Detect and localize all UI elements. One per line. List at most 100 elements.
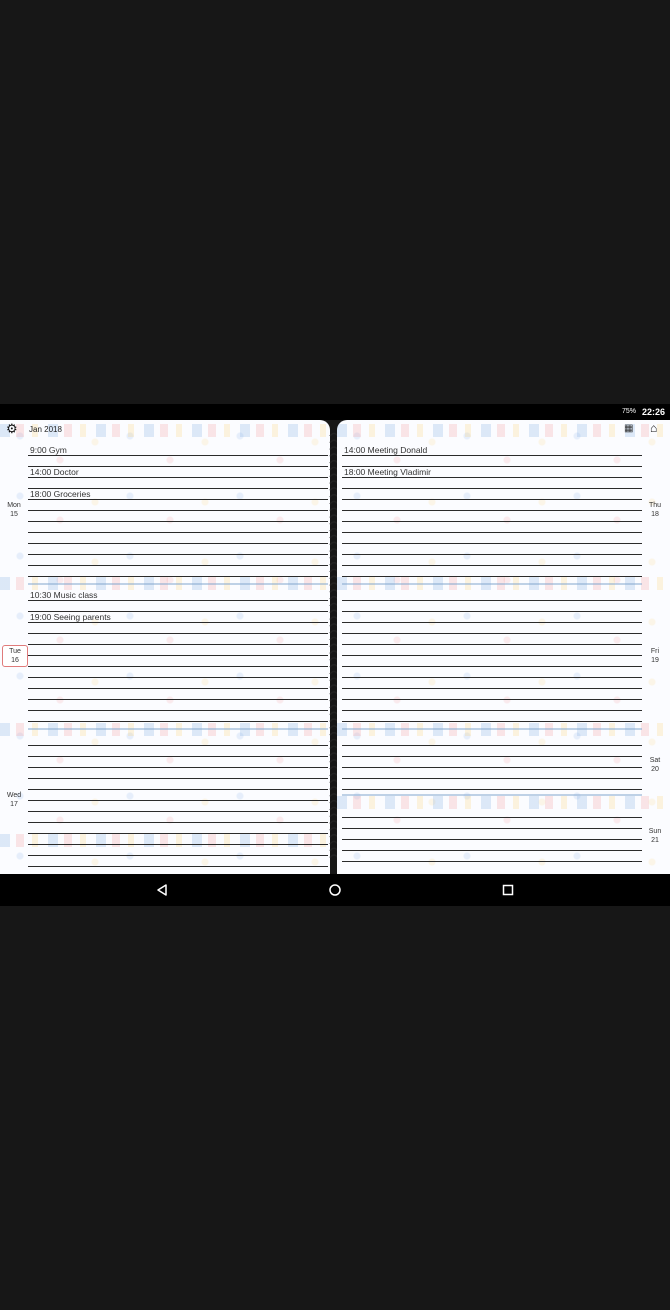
- ruled-line: [28, 543, 328, 544]
- event-entry[interactable]: 14:00 Doctor: [30, 467, 79, 477]
- day-number: 16: [11, 657, 19, 664]
- right-planner-page: ▦ ⌂ 14:00 Meeting Donald 18:00 Meeting V…: [337, 420, 670, 874]
- ruled-line: [342, 644, 642, 645]
- ruled-line: [342, 721, 642, 722]
- ruled-line: [28, 789, 328, 790]
- ruled-line: [28, 521, 328, 522]
- day-label-mon[interactable]: Mon 15: [2, 501, 26, 519]
- recents-square-icon[interactable]: [500, 882, 516, 898]
- gear-icon[interactable]: ⚙: [6, 422, 18, 435]
- decor-band: [337, 796, 670, 809]
- ruled-line: [28, 644, 328, 645]
- day-name: Sun: [648, 828, 662, 835]
- ruled-line: [28, 778, 328, 779]
- ruled-line: [28, 745, 328, 746]
- day-separator: [28, 728, 328, 730]
- ruled-line: [342, 677, 642, 678]
- event-entry[interactable]: 18:00 Groceries: [30, 489, 90, 499]
- battery-level: 75%: [621, 408, 636, 415]
- ruled-line: [342, 611, 642, 612]
- ruled-line: [342, 839, 642, 840]
- ruled-line: [342, 828, 642, 829]
- day-number: 15: [10, 511, 18, 518]
- ruled-line: [28, 756, 328, 757]
- ruled-line: [342, 756, 642, 757]
- day-number: 21: [651, 837, 659, 844]
- ruled-line: [342, 688, 642, 689]
- ruled-line: [342, 488, 642, 489]
- ruled-line: [28, 633, 328, 634]
- navigation-bar: [0, 874, 670, 906]
- home-icon[interactable]: ⌂: [650, 422, 657, 434]
- day-number: 20: [651, 766, 659, 773]
- ruled-line: [342, 543, 642, 544]
- day-name: Tue: [9, 648, 21, 655]
- day-name: Mon: [7, 502, 21, 509]
- ruled-line: [342, 477, 642, 478]
- event-entry[interactable]: 10:30 Music class: [30, 590, 98, 600]
- ruled-line: [342, 554, 642, 555]
- ruled-line: [342, 745, 642, 746]
- day-label-sun[interactable]: Sun 21: [643, 827, 667, 845]
- ruled-line: [28, 822, 328, 823]
- month-name: Jan: [29, 425, 42, 434]
- ruled-line: [28, 532, 328, 533]
- ruled-line: [28, 833, 328, 834]
- day-name: Thu: [648, 502, 662, 509]
- ruled-line: [342, 510, 642, 511]
- ruled-line: [342, 778, 642, 779]
- day-number: 18: [651, 511, 659, 518]
- day-name: Sat: [649, 757, 661, 764]
- event-entry[interactable]: 19:00 Seeing parents: [30, 612, 111, 622]
- ruled-line: [28, 699, 328, 700]
- event-entry[interactable]: 14:00 Meeting Donald: [344, 445, 427, 455]
- ruled-line: [28, 565, 328, 566]
- ruled-line: [342, 699, 642, 700]
- ruled-line: [28, 844, 328, 845]
- decor-band: [337, 424, 670, 437]
- day-separator: [342, 728, 642, 730]
- day-number: 19: [651, 657, 659, 664]
- day-label-wed[interactable]: Wed 17: [2, 791, 26, 809]
- ruled-line: [28, 554, 328, 555]
- day-label-fri[interactable]: Fri 19: [643, 647, 667, 665]
- ruled-line: [28, 600, 328, 601]
- ruled-line: [342, 633, 642, 634]
- month-year-label[interactable]: Jan 2018: [29, 425, 62, 434]
- home-circle-icon[interactable]: [327, 882, 343, 898]
- back-triangle-icon[interactable]: [154, 882, 170, 898]
- ruled-line: [342, 710, 642, 711]
- status-clock: 22:26: [641, 407, 665, 417]
- ruled-line: [342, 817, 642, 818]
- day-name: Fri: [650, 648, 660, 655]
- ruled-line: [28, 477, 328, 478]
- event-entry[interactable]: 18:00 Meeting Vladimir: [344, 467, 431, 477]
- event-entry[interactable]: 9:00 Gym: [30, 445, 67, 455]
- ruled-line: [28, 655, 328, 656]
- ruled-line: [28, 576, 328, 577]
- ruled-line: [342, 532, 642, 533]
- day-label-tue[interactable]: Tue 16: [2, 645, 28, 667]
- ruled-line: [28, 666, 328, 667]
- year-number: 2018: [44, 425, 62, 434]
- ruled-line: [28, 622, 328, 623]
- left-planner-page: ⚙ Jan 2018 9:00 Gym 14:00 Doctor 18:00 G…: [0, 420, 330, 874]
- ruled-line: [342, 850, 642, 851]
- calendar-icon[interactable]: ▦: [624, 424, 633, 434]
- ruled-line: [342, 499, 642, 500]
- ruled-line: [342, 767, 642, 768]
- ruled-line: [28, 721, 328, 722]
- ruled-line: [342, 565, 642, 566]
- ruled-line: [342, 455, 642, 456]
- ruled-line: [28, 510, 328, 511]
- ruled-line: [342, 622, 642, 623]
- day-number: 17: [10, 801, 18, 808]
- ruled-line: [28, 800, 328, 801]
- day-label-sat[interactable]: Sat 20: [643, 756, 667, 774]
- day-separator: [28, 583, 328, 585]
- day-label-thu[interactable]: Thu 18: [643, 501, 667, 519]
- day-separator: [342, 794, 642, 796]
- ruled-line: [342, 666, 642, 667]
- ruled-line: [28, 688, 328, 689]
- day-name: Wed: [6, 792, 22, 799]
